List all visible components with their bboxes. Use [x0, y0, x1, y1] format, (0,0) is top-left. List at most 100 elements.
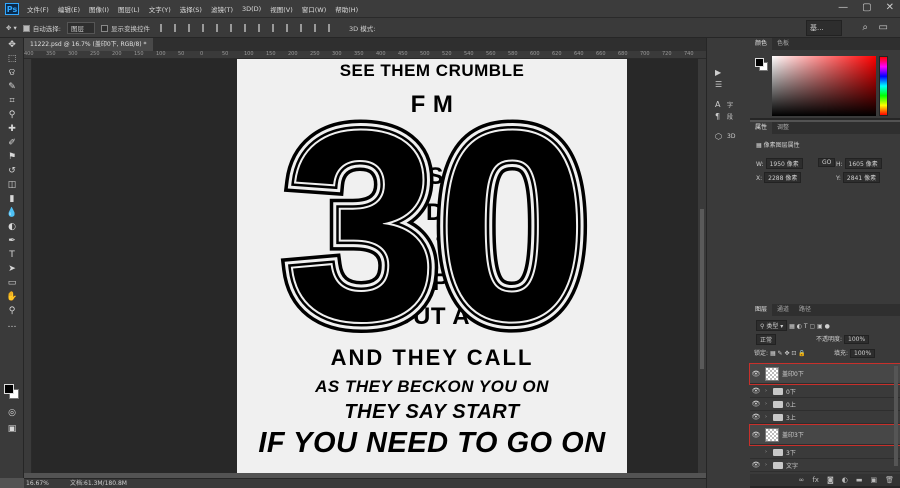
tab-adjustments[interactable]: 调整 [772, 122, 794, 134]
path-select-icon[interactable]: ➤ [0, 262, 24, 276]
menu-edit[interactable]: 编辑(E) [58, 4, 80, 14]
vertical-scrollbar[interactable] [698, 59, 706, 473]
hand-tool-icon[interactable]: ✋ [0, 290, 24, 304]
layer-row[interactable]: 👁 › 0下 [750, 385, 900, 398]
expand-chevron-icon[interactable]: › [762, 449, 770, 455]
layer-row[interactable]: 👁 › 3上 [750, 411, 900, 424]
align-icon[interactable] [201, 23, 209, 32]
mini-panel-history[interactable]: ☰ [707, 78, 751, 90]
visibility-eye-icon[interactable]: 👁 [750, 400, 762, 408]
menu-window[interactable]: 窗口(W) [302, 4, 327, 14]
expand-chevron-icon[interactable]: › [762, 462, 770, 468]
menu-type[interactable]: 文字(Y) [149, 4, 171, 14]
align-icon[interactable] [215, 23, 223, 32]
crop-tool-icon[interactable]: ⌗ [0, 94, 24, 108]
mini-panel-character[interactable]: A字 [707, 98, 751, 110]
dodge-tool-icon[interactable]: ◐ [0, 220, 24, 234]
document-info[interactable]: 文档:61.3M/180.8M [62, 479, 127, 488]
mini-panel-play[interactable]: ▶ [707, 66, 751, 78]
visibility-eye-icon[interactable]: 👁 [750, 461, 762, 469]
move-tool-icon[interactable]: ✥ [0, 38, 24, 52]
layer-row[interactable]: 👁 › 文字 [750, 459, 900, 472]
y-field[interactable]: 2841 像素 [842, 172, 881, 183]
color-picker-field[interactable] [772, 56, 876, 116]
lasso-tool-icon[interactable]: ଡ [0, 66, 24, 80]
document-tab[interactable]: 11222.psd @ 16.7% (盖印0下, RGB/8) * [24, 38, 153, 51]
eyedropper-tool-icon[interactable]: ⚲ [0, 108, 24, 122]
layer-row[interactable]: 👁 › 0上 [750, 398, 900, 411]
tab-swatches[interactable]: 色板 [772, 38, 794, 50]
mini-panel-paragraph[interactable]: ¶ 段 [707, 110, 751, 122]
filter-icons[interactable]: ▦ ◐ T ▢ ▣ ● [789, 323, 830, 330]
show-transform-checkbox[interactable]: 显示变换控件 [100, 23, 150, 33]
visibility-eye-icon[interactable]: 👁 [750, 370, 762, 378]
foreground-color-swatch[interactable] [4, 384, 14, 394]
align-icon[interactable] [271, 23, 279, 32]
add-mask-icon[interactable]: ◙ [827, 476, 834, 484]
auto-select-dropdown[interactable]: 图层 [66, 21, 95, 34]
menu-3d[interactable]: 3D(D) [242, 5, 261, 13]
screen-mode-icon[interactable]: ▣ [0, 422, 24, 436]
minimize-button[interactable]: — [838, 2, 848, 13]
hue-slider[interactable] [879, 56, 888, 116]
artboard[interactable]: SEE THEM CRUMBLE F M TH SES T DE S T AP … [237, 59, 627, 473]
healing-brush-icon[interactable]: ✚ [0, 122, 24, 136]
link-layers-icon[interactable]: ∞ [799, 476, 805, 484]
tab-layers[interactable]: 图层 [750, 304, 773, 316]
eraser-tool-icon[interactable]: ◫ [0, 178, 24, 192]
layer-filter-dropdown[interactable]: ⚲ 类型 ▾ [756, 320, 788, 331]
visibility-eye-icon[interactable]: 👁 [750, 431, 762, 439]
clone-stamp-icon[interactable]: ⚑ [0, 150, 24, 164]
foreground-color-chip[interactable] [755, 58, 764, 67]
color-swatches[interactable] [4, 384, 20, 400]
blend-mode-dropdown[interactable]: 正常 [756, 334, 777, 345]
menu-file[interactable]: 文件(F) [27, 4, 49, 14]
type-tool-icon[interactable]: T [0, 248, 24, 262]
visibility-eye-icon[interactable]: 👁 [750, 413, 762, 421]
layer-row[interactable]: 👁 盖印3下 [749, 424, 900, 446]
more-tools-icon[interactable]: … [0, 318, 24, 332]
x-field[interactable]: 2288 像素 [764, 172, 802, 183]
expand-chevron-icon[interactable]: › [762, 388, 770, 394]
pen-tool-icon[interactable]: ✒ [0, 234, 24, 248]
align-icon[interactable] [313, 23, 321, 32]
menu-help[interactable]: 帮助(H) [335, 4, 358, 14]
align-icon[interactable] [299, 23, 307, 32]
workspace-switcher[interactable]: 基... [806, 20, 842, 36]
scrollbar-thumb[interactable] [700, 209, 704, 369]
fx-icon[interactable]: fx [812, 476, 819, 484]
delete-layer-icon[interactable]: 🗑 [885, 476, 894, 484]
visibility-eye-icon[interactable]: 👁 [750, 387, 762, 395]
align-icon[interactable] [159, 23, 167, 32]
layer-row[interactable]: › 3下 [750, 446, 900, 459]
tab-properties[interactable]: 属性 [750, 122, 773, 134]
link-toggle[interactable]: GO [818, 158, 836, 167]
new-layer-icon[interactable]: ▣ [870, 476, 877, 484]
maximize-button[interactable]: ▢ [862, 2, 871, 13]
fill-field[interactable]: 100% [850, 349, 876, 358]
marquee-tool-icon[interactable]: ⬚ [0, 52, 24, 66]
align-icon[interactable] [187, 23, 195, 32]
width-field[interactable]: 1950 像素 [765, 158, 803, 169]
new-group-icon[interactable]: ▬ [856, 476, 863, 484]
lock-icons[interactable]: ▦ ✎ ✥ ⊡ 🔒 [770, 350, 806, 357]
expand-chevron-icon[interactable]: › [762, 414, 770, 420]
align-icon[interactable] [285, 23, 293, 32]
menu-select[interactable]: 选择(S) [180, 4, 202, 14]
adjustment-layer-icon[interactable]: ◐ [842, 476, 848, 484]
menu-layer[interactable]: 图层(L) [118, 4, 140, 14]
align-icon[interactable] [173, 23, 181, 32]
layers-scrollbar[interactable] [894, 366, 898, 466]
mini-panel-3d[interactable]: ⬡ 3D [707, 130, 751, 142]
height-field[interactable]: 1605 像素 [844, 158, 882, 169]
zoom-tool-icon[interactable]: ⚲ [0, 304, 24, 318]
canvas-area[interactable]: SEE THEM CRUMBLE F M TH SES T DE S T AP … [32, 59, 706, 473]
menu-view[interactable]: 视图(V) [270, 4, 293, 14]
align-icon[interactable] [327, 23, 335, 32]
history-brush-icon[interactable]: ↺ [0, 164, 24, 178]
move-tool-icon[interactable]: ✥ ▾ [6, 24, 17, 32]
gradient-tool-icon[interactable]: ▮ [0, 192, 24, 206]
blur-tool-icon[interactable]: 💧 [0, 206, 24, 220]
opacity-field[interactable]: 100% [844, 335, 870, 344]
shape-tool-icon[interactable]: ▭ [0, 276, 24, 290]
